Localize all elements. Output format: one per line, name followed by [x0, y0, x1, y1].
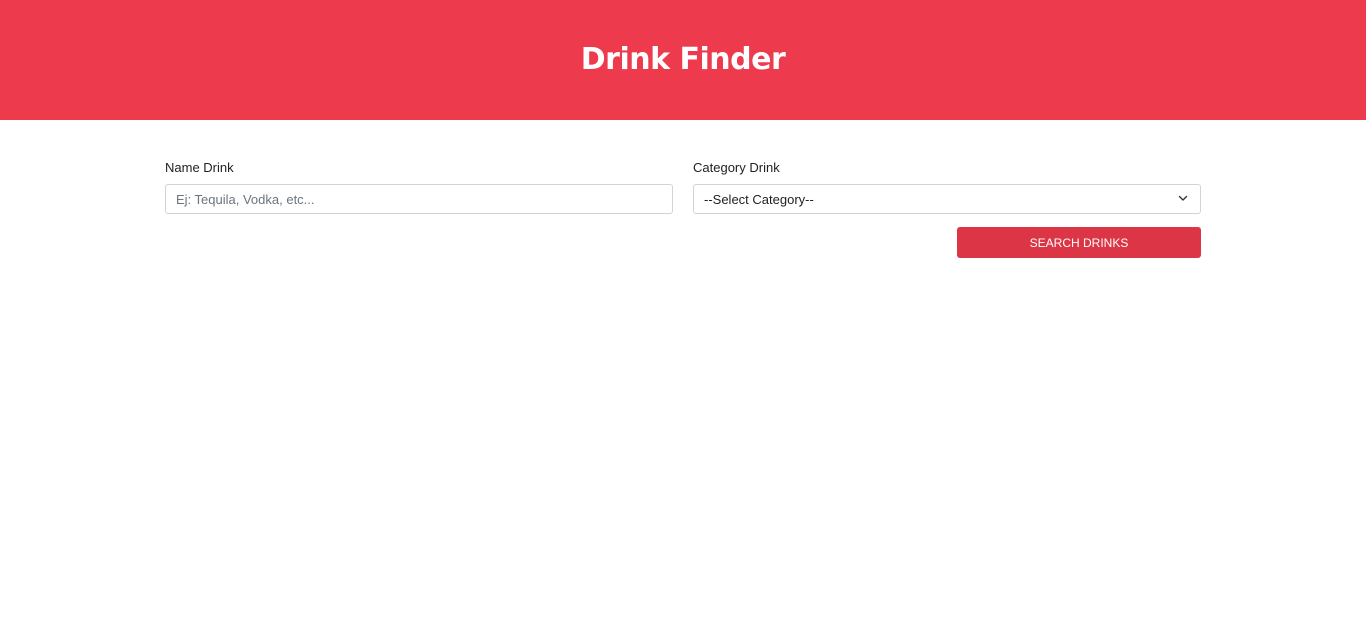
page-header: Drink Finder — [0, 0, 1366, 120]
category-select-value: --Select Category-- — [704, 191, 814, 207]
name-drink-input[interactable] — [165, 184, 673, 214]
page-title: Drink Finder — [580, 42, 786, 77]
category-select[interactable]: --Select Category-- — [693, 184, 1201, 214]
search-form: Name Drink Category Drink --Select Categ… — [165, 160, 1201, 258]
search-drinks-button[interactable]: SEARCH DRINKS — [957, 227, 1201, 258]
form-row: Name Drink Category Drink --Select Categ… — [165, 160, 1201, 214]
button-row: SEARCH DRINKS — [165, 227, 1201, 258]
chevron-down-icon — [1178, 195, 1188, 201]
name-drink-field: Name Drink — [165, 160, 673, 214]
category-drink-label: Category Drink — [693, 160, 780, 175]
name-drink-label: Name Drink — [165, 160, 234, 175]
category-drink-field: Category Drink --Select Category-- — [693, 160, 1201, 214]
